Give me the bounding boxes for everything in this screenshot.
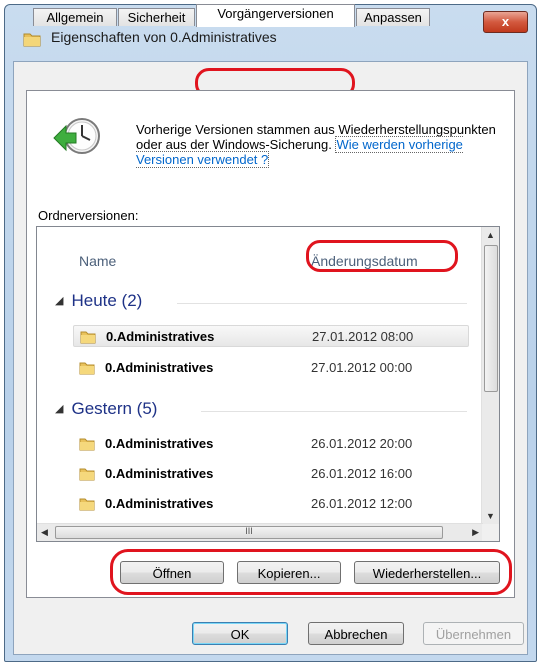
group-title: Heute (2) xyxy=(71,291,143,310)
list-item[interactable]: 0.Administratives 26.01.2012 12:00 xyxy=(73,493,469,515)
ok-button[interactable]: OK xyxy=(192,622,288,645)
scroll-down-arrow-icon[interactable]: ▼ xyxy=(486,511,495,521)
folder-versions-label: Ordnerversionen: xyxy=(38,208,139,223)
highlight-date-column-oval xyxy=(306,240,458,272)
item-date: 27.01.2012 08:00 xyxy=(312,329,414,344)
folder-icon xyxy=(79,498,95,511)
vertical-scrollbar[interactable]: ▲ ▼ xyxy=(481,227,499,524)
column-header-name[interactable]: Name xyxy=(79,253,116,269)
scrollbar-corner xyxy=(482,524,499,541)
previous-versions-clock-icon xyxy=(53,118,100,154)
vertical-scroll-thumb[interactable] xyxy=(484,245,498,392)
tab-anpassen[interactable]: Anpassen xyxy=(356,8,430,26)
folder-icon xyxy=(80,331,96,344)
item-name: 0.Administratives xyxy=(105,436,214,451)
list-item[interactable]: 0.Administratives 26.01.2012 16:00 xyxy=(73,463,469,485)
list-item[interactable]: 0.Administratives 26.01.2012 20:00 xyxy=(73,433,469,455)
item-date: 26.01.2012 16:00 xyxy=(311,466,413,481)
apply-button[interactable]: Übernehmen xyxy=(423,622,524,645)
folder-icon xyxy=(79,362,95,375)
horizontal-scrollbar[interactable]: ◀ III ▶ xyxy=(37,523,483,541)
folder-icon xyxy=(79,438,95,451)
horizontal-scroll-thumb[interactable]: III xyxy=(55,526,443,539)
scroll-up-arrow-icon[interactable]: ▲ xyxy=(486,230,495,240)
item-date: 26.01.2012 20:00 xyxy=(311,436,413,451)
collapse-triangle-icon[interactable]: ◢ xyxy=(55,295,63,307)
close-button[interactable]: x xyxy=(483,11,528,33)
description-text: Vorherige Versionen stammen aus Wiederhe… xyxy=(136,122,496,168)
tab-sicherheit[interactable]: Sicherheit xyxy=(118,8,195,26)
item-name: 0.Administratives xyxy=(105,360,214,375)
group-divider xyxy=(201,411,467,412)
item-date: 26.01.2012 12:00 xyxy=(311,496,413,511)
tab-vorgaengerversionen[interactable]: Vorgängerversionen xyxy=(196,4,355,27)
scroll-right-arrow-icon[interactable]: ▶ xyxy=(472,527,479,538)
folder-icon xyxy=(79,468,95,481)
cancel-button[interactable]: Abbrechen xyxy=(308,622,404,645)
folder-icon xyxy=(23,33,41,47)
tab-allgemein[interactable]: Allgemein xyxy=(33,8,117,26)
highlight-actions-oval xyxy=(110,549,512,595)
group-header-heute[interactable]: ◢ Heute (2) xyxy=(55,291,142,311)
list-item[interactable]: 0.Administratives 27.01.2012 08:00 xyxy=(73,325,469,347)
group-header-gestern[interactable]: ◢ Gestern (5) xyxy=(55,399,157,419)
item-date: 27.01.2012 00:00 xyxy=(311,360,413,375)
group-title: Gestern (5) xyxy=(71,399,158,418)
group-divider xyxy=(177,303,467,304)
item-name: 0.Administratives xyxy=(106,329,215,344)
collapse-triangle-icon[interactable]: ◢ xyxy=(55,403,63,415)
versions-list[interactable]: Name Änderungsdatum ◢ Heute (2) 0.Adminis… xyxy=(36,226,500,542)
item-name: 0.Administratives xyxy=(105,496,214,511)
window-title: Eigenschaften von 0.Administratives xyxy=(51,29,277,45)
list-item[interactable]: 0.Administratives 27.01.2012 00:00 xyxy=(73,357,469,379)
item-name: 0.Administratives xyxy=(105,466,214,481)
scroll-left-arrow-icon[interactable]: ◀ xyxy=(41,527,48,538)
